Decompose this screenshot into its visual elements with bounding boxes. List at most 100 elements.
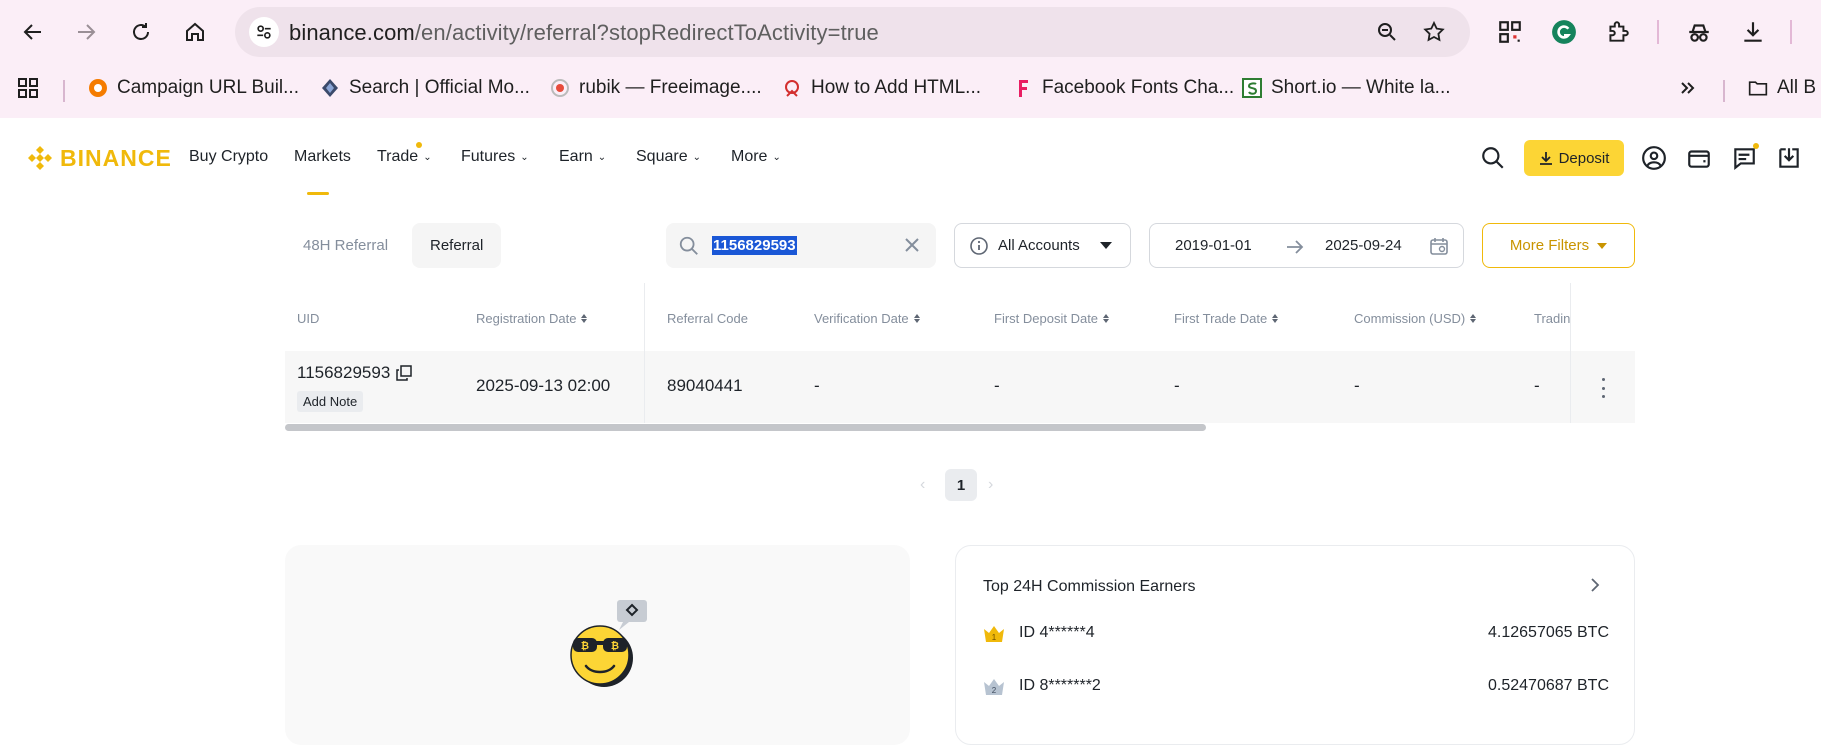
forward-button[interactable] [69,15,103,49]
tab-referral[interactable]: Referral [412,223,502,268]
calendar-icon[interactable] [1429,236,1449,256]
nav-label: Futures [461,148,516,165]
referral-code-cell: 89040441 [667,376,743,395]
date-to[interactable]: 2025-09-24 [1325,237,1402,254]
column-divider [644,351,645,423]
horizontal-scrollbar[interactable] [285,424,1206,431]
bookmark-item[interactable]: Facebook Fonts Cha... [1013,74,1234,102]
earner-value: 0.52470687 BTC [1488,677,1609,694]
svg-text:₿: ₿ [581,640,589,652]
sort-icon [1470,314,1477,323]
search-icon [679,236,698,255]
html-favicon [782,78,802,98]
bookmark-item[interactable]: Campaign URL Buil... [88,74,299,102]
site-info-icon[interactable] [249,17,279,47]
tab-48h-referral[interactable]: 48H Referral [285,223,406,268]
bookmark-label: rubik — Freeimage.... [579,77,762,98]
back-button[interactable] [16,15,50,49]
arrow-right-icon [78,24,96,40]
bookmark-item[interactable]: Search | Official Mo... [320,74,530,102]
earner-value: 4.12657065 BTC [1488,624,1609,641]
url-domain: binance.com [289,20,415,45]
column-label: Referral Code [667,311,748,326]
home-button[interactable] [178,15,212,49]
binance-header: BINANCE Buy Crypto Markets Trade ⌄ Future… [0,118,1821,198]
url-text[interactable]: binance.com/en/activity/referral?stopRed… [289,20,879,46]
bookmarks-divider [1723,80,1725,102]
search-favicon [320,78,340,98]
earner-id: ID 4******4 [1019,624,1095,641]
download-icon[interactable] [1738,17,1768,47]
qr-code-icon[interactable] [1495,17,1525,47]
bookmarks-divider [63,80,65,102]
uid-cell: 1156829593 [297,363,413,383]
close-icon[interactable] [902,235,922,255]
notification-dot [1753,143,1759,149]
address-bar[interactable]: binance.com/en/activity/referral?stopRed… [235,7,1470,57]
pagination-next-button[interactable]: › [988,476,993,494]
campaign-url-favicon [88,78,108,98]
apps-icon[interactable] [16,74,40,102]
nav-earn[interactable]: Earn ⌄ [559,148,606,166]
chevron-down-icon: ⌄ [597,151,607,163]
nav-markets[interactable]: Markets [294,148,351,166]
bookmark-label: Facebook Fonts Cha... [1042,77,1235,98]
column-header-first-trade-date[interactable]: First Trade Date [1174,311,1279,326]
wallet-icon[interactable] [1685,144,1713,172]
extensions-icon[interactable] [1603,17,1633,47]
sort-icon [1272,314,1279,323]
bookmark-item[interactable]: Short.io — White la... [1242,74,1451,102]
uid-search-input[interactable]: 1156829593 [666,223,936,268]
user-icon[interactable] [1640,144,1668,172]
nav-futures[interactable]: Futures ⌄ [461,148,529,166]
more-vertical-icon[interactable] [1599,378,1607,398]
column-header-verification-date[interactable]: Verification Date [814,311,920,326]
bookmark-item[interactable]: How to Add HTML... [782,74,981,102]
nav-square[interactable]: Square ⌄ [636,148,701,166]
star-icon[interactable] [1421,19,1447,45]
reload-button[interactable] [124,15,158,49]
account-select-label: All Accounts [998,237,1080,254]
more-filters-button[interactable]: More Filters [1482,223,1635,268]
bookmark-label: Campaign URL Buil... [117,77,299,98]
nav-more[interactable]: More ⌄ [731,148,781,166]
grammarly-icon[interactable] [1549,17,1579,47]
more-filters-label: More Filters [1509,237,1590,254]
cool-emoji-illustration: ₿ ₿ [570,600,647,687]
column-header-first-deposit-date[interactable]: First Deposit Date [994,311,1110,326]
download-icon [1539,152,1552,165]
column-header-registration-date[interactable]: Registration Date [476,311,588,326]
add-note-button[interactable]: Add Note [297,391,364,412]
freeimage-favicon [550,78,570,98]
date-from[interactable]: 2019-01-01 [1175,237,1252,254]
browser-toolbar: binance.com/en/activity/referral?stopRed… [0,0,1821,66]
download-app-icon[interactable] [1775,144,1803,172]
chevron-down-icon: ⌄ [520,151,529,163]
zoom-icon[interactable] [1374,19,1400,45]
account-select[interactable]: All Accounts [954,223,1131,268]
chevron-right-icon[interactable] [1586,576,1604,594]
chevron-down-icon: ⌄ [423,151,432,163]
binance-logo-icon [28,146,52,170]
bookmark-item[interactable]: rubik — Freeimage.... [550,74,762,102]
shortio-favicon [1242,78,1262,98]
earner-row: 1 ID 4******4 4.12657065 BTC [983,622,1609,648]
copy-icon[interactable] [396,365,413,381]
date-range-picker[interactable]: 2019-01-01 2025-09-24 [1149,223,1464,268]
pagination-prev-button[interactable]: ‹ [920,476,925,494]
column-header-commission[interactable]: Commission (USD) [1354,311,1477,326]
bookmark-label: How to Add HTML... [811,77,982,98]
pagination-page[interactable]: 1 [945,469,977,501]
nav-buy-crypto[interactable]: Buy Crypto [189,148,268,166]
nav-trade[interactable]: Trade ⌄ [377,148,432,166]
search-icon[interactable] [1479,144,1507,172]
incognito-icon[interactable] [1684,17,1714,47]
chevron-down-icon: ⌄ [772,151,781,163]
column-label: UID [297,311,320,326]
more-bookmarks-button[interactable] [1678,74,1698,102]
binance-logo[interactable]: BINANCE [26,144,172,172]
deposit-button[interactable]: Deposit [1524,140,1624,176]
search-value[interactable]: 1156829593 [712,236,797,255]
chevron-double-right-icon [1678,78,1698,98]
all-bookmarks-folder[interactable]: All B [1748,74,1816,102]
